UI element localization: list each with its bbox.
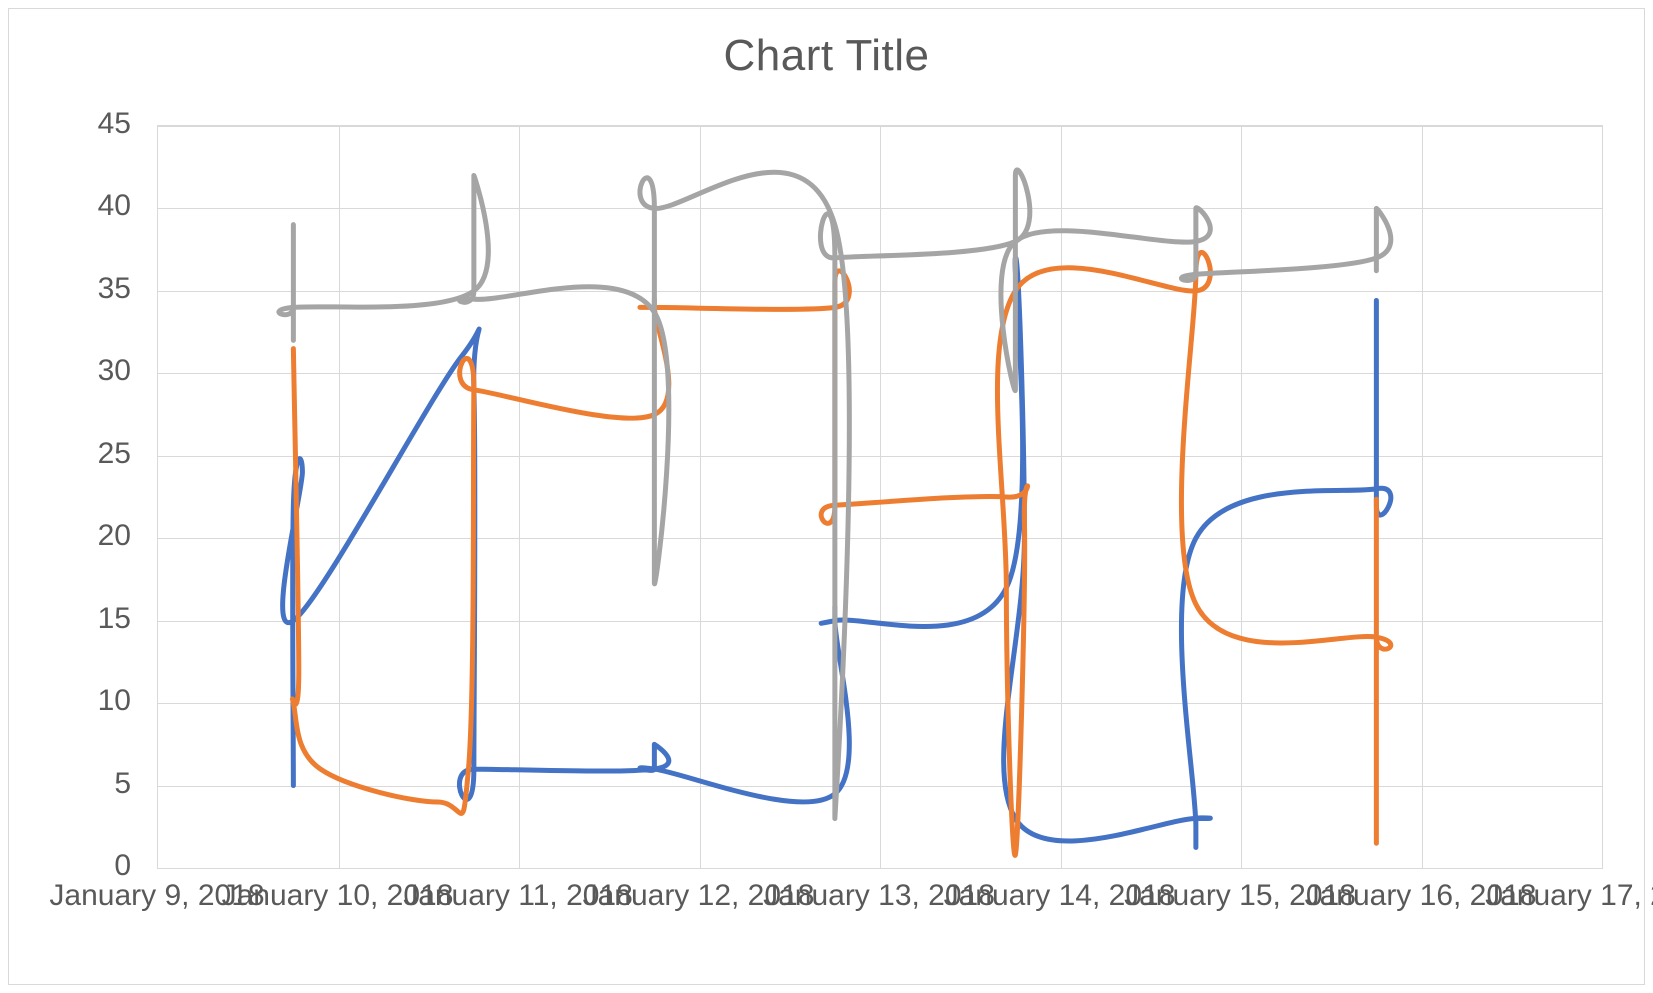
y-axis-tick: 10 [51, 684, 131, 718]
y-axis-tick: 0 [51, 849, 131, 883]
y-axis-tick: 35 [51, 272, 131, 306]
y-axis-tick: 30 [51, 354, 131, 388]
y-axis-tick: 40 [51, 189, 131, 223]
gridline-h [158, 868, 1602, 869]
y-axis-tick: 15 [51, 602, 131, 636]
x-axis-tick: January 17, 2018 [1485, 879, 1653, 913]
series-line-Series3 [279, 170, 1391, 819]
chart-container: Chart Title 051015202530354045 January 9… [8, 8, 1645, 985]
line-series [158, 126, 1602, 868]
y-axis-tick: 20 [51, 519, 131, 553]
plot-area [157, 125, 1603, 869]
y-axis-tick: 5 [51, 767, 131, 801]
series-line-Series2 [292, 252, 1390, 855]
y-axis-tick: 25 [51, 437, 131, 471]
y-axis-tick: 45 [51, 107, 131, 141]
chart-title: Chart Title [9, 31, 1644, 81]
